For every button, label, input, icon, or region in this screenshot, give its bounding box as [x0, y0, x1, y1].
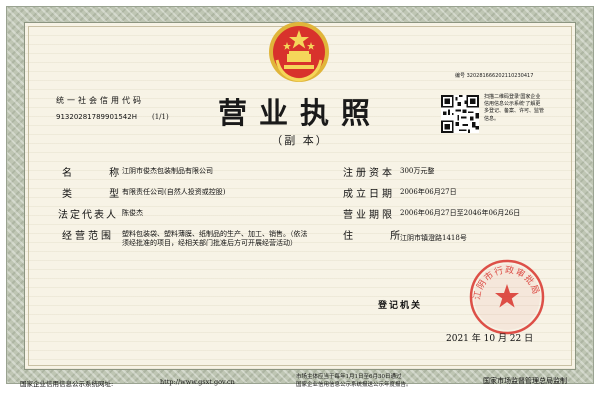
field-label-established: 成立日期	[343, 189, 395, 200]
qr-code-icon[interactable]	[441, 95, 479, 133]
field-label-scope: 经营范围	[62, 231, 114, 242]
footer-website-url[interactable]: http://www.gsxt.gov.cn	[160, 378, 235, 386]
field-value-scope-line-2: 须经批准的项目，经相关部门批准后方可开展经营活动）	[122, 239, 297, 247]
field-label-term: 营业期限	[343, 210, 395, 221]
field-value-term: 2006年06月27日至2046年06月26日	[400, 209, 521, 217]
footer-annual-report-line-1: 市场主体应当于每年1月1日至6月30日通过	[296, 374, 402, 380]
qr-code-note: 扫描二维码登录'国家企业信用信息公示系统'了解更多登记、备案、许可、监管信息。	[484, 94, 545, 122]
field-value-name: 江阴市俊杰包装制品有限公司	[122, 167, 213, 175]
field-label-legal-rep: 法定代表人	[58, 210, 118, 221]
official-seal-icon: 江阴市行政审批局	[469, 259, 545, 335]
field-value-address: 江阴市镇澄路1418号	[400, 234, 467, 242]
registration-authority-label: 登记机关	[378, 301, 423, 311]
field-value-legal-rep: 陈俊杰	[122, 209, 143, 217]
national-emblem-icon	[269, 22, 329, 82]
license-serial-number: 编号 320281666202110230417	[455, 73, 534, 79]
footer-annual-report-line-2: 国家企业信用信息公示系统报送公示年度报告。	[296, 382, 412, 388]
field-label-capital: 注册资本	[343, 168, 395, 179]
footer-supervisor: 国家市场监督管理总局监制	[483, 377, 567, 385]
registration-date: 2021 年 10 月 22 日	[446, 334, 534, 344]
field-value-established: 2006年06月27日	[400, 188, 457, 196]
document-subtitle: （副 本）	[271, 134, 329, 147]
footer-website-label: 国家企业信用信息公示系统网址:	[20, 380, 114, 388]
field-value-capital: 300万元整	[400, 167, 435, 175]
license-page: 编号 320281666202110230417 统一社会信用代码 913202…	[0, 0, 600, 400]
field-value-type: 有限责任公司(自然人投资或控股)	[122, 188, 226, 196]
